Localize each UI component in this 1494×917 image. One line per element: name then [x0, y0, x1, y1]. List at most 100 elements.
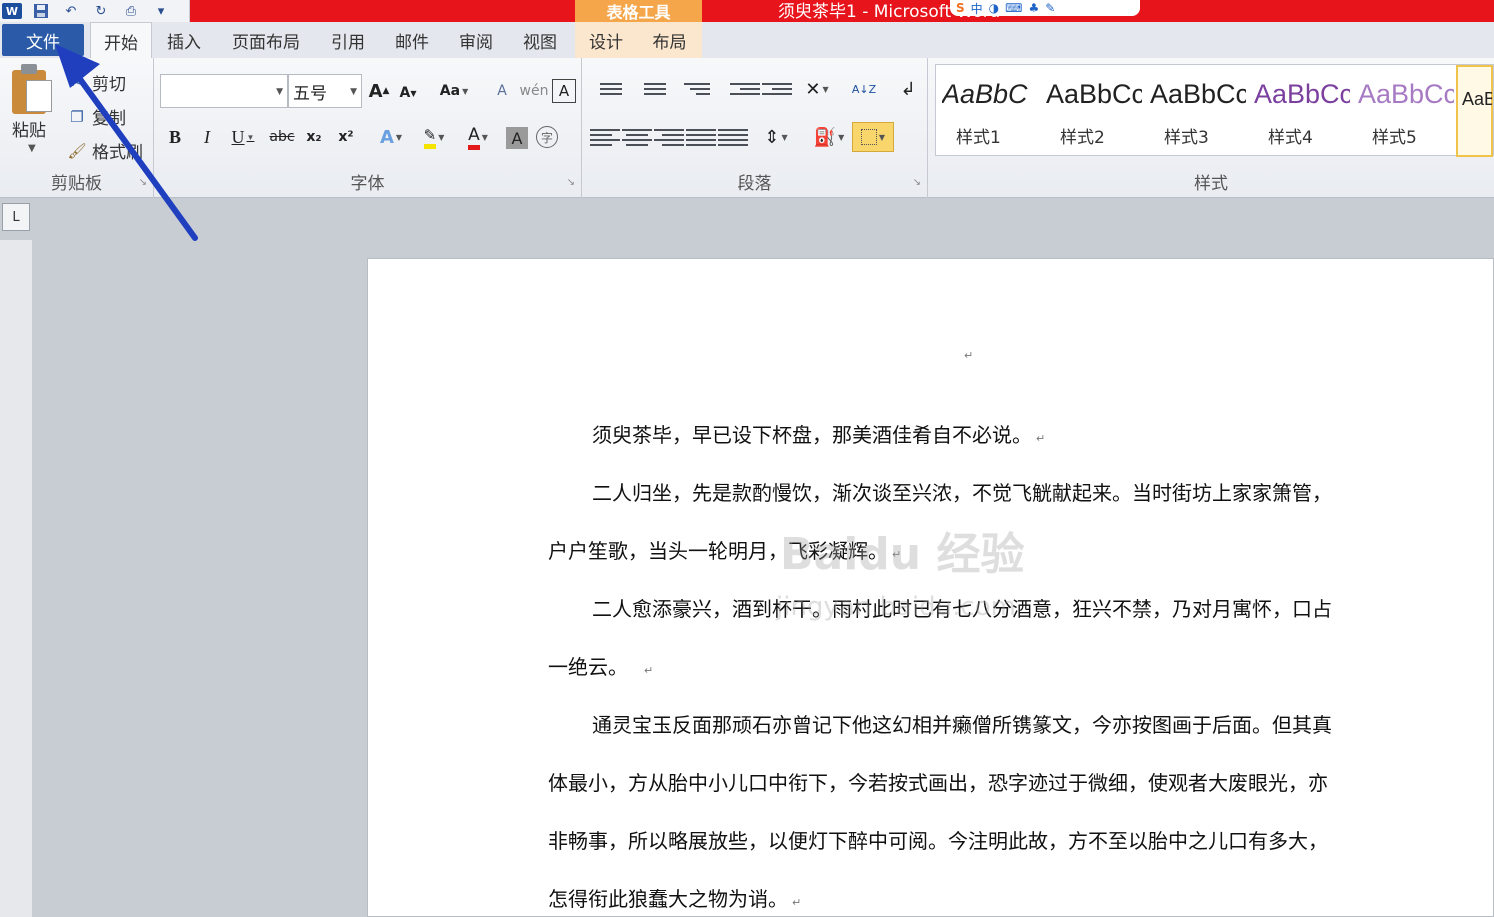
- clear-formatting-button[interactable]: A: [488, 76, 516, 106]
- ime-toolbar[interactable]: S 中 ◑ ⌨ ♣ ✎: [950, 0, 1140, 16]
- decrease-indent-button[interactable]: [730, 74, 760, 104]
- font-color-button[interactable]: A ▼: [458, 122, 498, 152]
- font-group-label: 字体: [350, 174, 385, 194]
- character-border-button[interactable]: A: [552, 79, 576, 103]
- distributed-button[interactable]: [718, 122, 748, 152]
- align-center-button[interactable]: [622, 122, 652, 152]
- format-painter-label: 格式刷: [92, 143, 143, 163]
- customize-icon[interactable]: ▾: [150, 2, 172, 20]
- ime-keyboard-icon: ⌨: [1005, 1, 1023, 15]
- sort-icon: A↓Z: [851, 82, 877, 96]
- tab-review[interactable]: 审阅: [448, 22, 504, 58]
- paint-bucket-icon: ⛽: [813, 126, 837, 148]
- paragraph-3-line-2: 一绝云。 ↵: [548, 655, 654, 679]
- superscript-button[interactable]: x²: [332, 122, 360, 152]
- paragraph-4-line-1: 通灵宝玉反面那顽石亦曾记下他这幻相并癞僧所镌篆文，今亦按图画于后面。但其真: [592, 713, 1332, 737]
- tab-file[interactable]: 文件: [2, 24, 84, 56]
- font-size-value: 五号: [293, 83, 327, 104]
- paper-icon: [26, 80, 52, 112]
- highlight-button[interactable]: ✎ ▼: [414, 122, 454, 152]
- tab-view[interactable]: 视图: [512, 22, 568, 58]
- tab-mailings[interactable]: 邮件: [384, 22, 440, 58]
- font-name-input[interactable]: ▼: [160, 74, 288, 108]
- tab-selector[interactable]: L: [2, 203, 30, 231]
- style-item-5[interactable]: AaBbCc 样式5: [1352, 65, 1456, 157]
- shading-button[interactable]: ⛽ ▼: [810, 122, 848, 152]
- subscript-button[interactable]: x₂: [300, 122, 328, 152]
- italic-button[interactable]: I: [194, 122, 220, 152]
- cut-button[interactable]: ✂ 剪切: [66, 70, 126, 96]
- line-spacing-button[interactable]: ⇕ ▼: [758, 122, 794, 152]
- scissors-icon: ✂: [70, 73, 84, 92]
- pilcrow-icon: ↲: [900, 78, 916, 100]
- style-item-1[interactable]: AaBbC 样式1: [936, 65, 1040, 157]
- print-preview-icon[interactable]: ⎙: [120, 2, 142, 20]
- paste-dropdown-icon[interactable]: ▼: [28, 143, 36, 154]
- tab-design[interactable]: 设计: [575, 22, 637, 58]
- chinese-layout-icon: ✕: [805, 78, 821, 100]
- document-page[interactable]: ↵ 须臾茶毕，早已设下杯盘，那美酒佳肴自不必说。 ↵ 二人归坐，先是款酌慢饮，渐次…: [367, 258, 1494, 917]
- tab-references[interactable]: 引用: [320, 22, 376, 58]
- clipboard-group: 粘贴 ▼ ✂ 剪切 ❐ 复制 🖌 格式刷 剪贴板 ↘: [0, 58, 154, 198]
- style-item-3[interactable]: AaBbCc 样式3: [1144, 65, 1248, 157]
- clipboard-launcher-icon[interactable]: ↘: [139, 177, 147, 188]
- clip-icon: [21, 64, 37, 74]
- paragraph-2-line-1: 二人归坐，先是款酌慢饮，渐次谈至兴浓，不觉飞觥献起来。当时街坊上家家箫管，: [592, 481, 1332, 505]
- justify-button[interactable]: [686, 122, 716, 152]
- bold-button[interactable]: B: [162, 122, 188, 152]
- brush-icon: 🖌: [67, 141, 87, 160]
- align-right-button[interactable]: [654, 122, 684, 152]
- paragraph-group: ✕ ▼ A↓Z ↲ ⇕ ▼ ⛽ ▼ ▼ 段落 ↘: [582, 58, 928, 198]
- change-case-button[interactable]: Aa ▼: [436, 76, 472, 106]
- font-size-input[interactable]: 五号 ▼: [288, 74, 362, 108]
- paste-button[interactable]: [12, 64, 54, 114]
- vertical-ruler: [0, 240, 32, 917]
- paragraph-group-label: 段落: [737, 174, 772, 194]
- grow-font-button[interactable]: A ▲: [366, 76, 392, 106]
- ribbon: 粘贴 ▼ ✂ 剪切 ❐ 复制 🖌 格式刷 剪贴板 ↘ ▼ 五号 ▼ A ▲ A ▼ …: [0, 58, 1494, 198]
- strikethrough-button[interactable]: abc: [266, 122, 298, 152]
- tab-table-layout[interactable]: 布局: [637, 22, 702, 58]
- paste-label[interactable]: 粘贴: [12, 116, 46, 141]
- save-icon[interactable]: [30, 2, 52, 20]
- font-launcher-icon[interactable]: ↘: [567, 177, 575, 188]
- paragraph-launcher-icon[interactable]: ↘: [913, 177, 921, 188]
- copy-button[interactable]: ❐ 复制: [66, 104, 126, 130]
- ime-tools-icon: ✎: [1045, 1, 1056, 15]
- word-icon[interactable]: W: [2, 3, 22, 19]
- align-left-button[interactable]: [590, 122, 620, 152]
- underline-button[interactable]: U ▼: [226, 122, 260, 152]
- redo-icon[interactable]: ↻: [90, 2, 112, 20]
- format-painter-button[interactable]: 🖌 格式刷: [66, 138, 143, 164]
- undo-icon[interactable]: ↶: [60, 2, 82, 20]
- quick-access-toolbar: W ↶ ↻ ⎙ ▾: [0, 0, 190, 22]
- show-marks-button[interactable]: ↲: [894, 74, 922, 104]
- sort-button[interactable]: A↓Z: [850, 74, 878, 104]
- bullets-button[interactable]: [592, 74, 622, 104]
- style-item-6[interactable]: AaB: [1456, 65, 1493, 157]
- style-item-4[interactable]: AaBbCc 样式4: [1248, 65, 1352, 157]
- increase-indent-button[interactable]: [762, 74, 792, 104]
- tab-page-layout[interactable]: 页面布局: [222, 22, 310, 58]
- tab-home[interactable]: 开始: [90, 22, 152, 59]
- paragraph-4-line-4: 怎得衔此狼蠢大之物为诮。 ↵: [548, 887, 802, 911]
- borders-button[interactable]: ▼: [852, 122, 894, 152]
- enclose-characters-button[interactable]: 字: [534, 122, 560, 152]
- character-shading-button[interactable]: A: [506, 127, 528, 149]
- text-effects-button[interactable]: A ▼: [372, 122, 410, 152]
- styles-gallery: AaBbC 样式1 AaBbCc 样式2 AaBbCc 样式3 AaBbCc 样…: [935, 64, 1494, 157]
- numbering-button[interactable]: [636, 74, 666, 104]
- paragraph-4-line-2: 体最小，方从胎中小儿口中衔下，今若按式画出，恐字迹过于微细，使观者大废眼光，亦: [548, 771, 1328, 795]
- tab-insert[interactable]: 插入: [156, 22, 212, 58]
- phonetic-guide-button[interactable]: wén: [518, 76, 550, 106]
- style-item-2[interactable]: AaBbCc 样式2: [1040, 65, 1144, 157]
- paragraph-mark: ↵: [964, 349, 974, 362]
- watermark-url: jingyan.baidu.com: [776, 592, 1016, 622]
- multilevel-list-button[interactable]: [680, 74, 710, 104]
- clipboard-group-label: 剪贴板: [51, 174, 102, 194]
- chinese-layout-button[interactable]: ✕ ▼: [800, 74, 834, 104]
- ime-logo-icon: S: [956, 1, 965, 15]
- shrink-font-button[interactable]: A ▼: [396, 78, 420, 108]
- copy-icon: ❐: [70, 107, 84, 126]
- title-bar: W ↶ ↻ ⎙ ▾ 表格工具 须臾茶毕1 - Microsoft Word S …: [0, 0, 1494, 22]
